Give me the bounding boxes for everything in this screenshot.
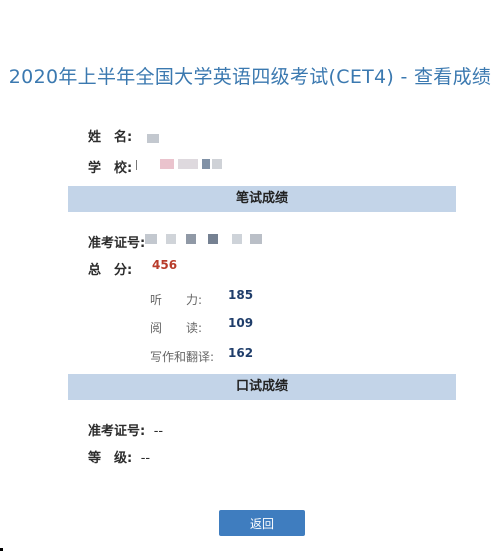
oral-score-section-header: 口试成绩 xyxy=(68,374,456,400)
written-ticket-redacted-3 xyxy=(186,234,196,244)
listening-label: 听 力: xyxy=(150,293,203,307)
school-redacted-part-3 xyxy=(202,159,210,169)
reading-label: 阅 读: xyxy=(150,321,203,335)
oral-ticket-label: 准考证号: -- xyxy=(88,420,163,439)
oral-ticket-label-text: 准考证号: xyxy=(88,424,146,439)
written-score-section-header: 笔试成绩 xyxy=(68,186,456,212)
writing-translation-score-value: 162 xyxy=(228,346,254,360)
written-ticket-redacted-4 xyxy=(208,234,218,244)
school-redacted-part-2 xyxy=(178,159,198,169)
total-score-label: 总 分: xyxy=(88,263,133,278)
name-label: 姓 名: xyxy=(88,130,133,145)
school-redacted-part-4 xyxy=(212,159,222,169)
written-ticket-label: 准考证号: xyxy=(88,236,146,251)
school-label: 学 校: xyxy=(88,161,133,176)
writing-translation-label: 写作和翻译: xyxy=(150,350,215,364)
name-redacted xyxy=(147,134,159,143)
page-title: 2020年上半年全国大学英语四级考试(CET4) - 查看成绩 xyxy=(8,66,492,88)
text-cursor xyxy=(136,160,137,170)
total-score-value: 456 xyxy=(152,258,178,272)
oral-ticket-value: -- xyxy=(153,424,164,439)
listening-score-value: 185 xyxy=(228,288,254,302)
written-ticket-redacted-2 xyxy=(166,234,176,244)
school-redacted-part-1 xyxy=(160,159,174,169)
return-button[interactable]: 返回 xyxy=(219,510,305,536)
corner-dot xyxy=(0,548,3,551)
oral-grade-label: 等 级: -- xyxy=(88,447,150,466)
oral-grade-label-text: 等 级: xyxy=(88,451,133,466)
written-ticket-redacted-5 xyxy=(232,234,242,244)
written-ticket-redacted-6 xyxy=(250,234,262,244)
written-ticket-redacted-1 xyxy=(145,234,157,244)
reading-score-value: 109 xyxy=(228,316,254,330)
oral-grade-value: -- xyxy=(140,451,151,466)
